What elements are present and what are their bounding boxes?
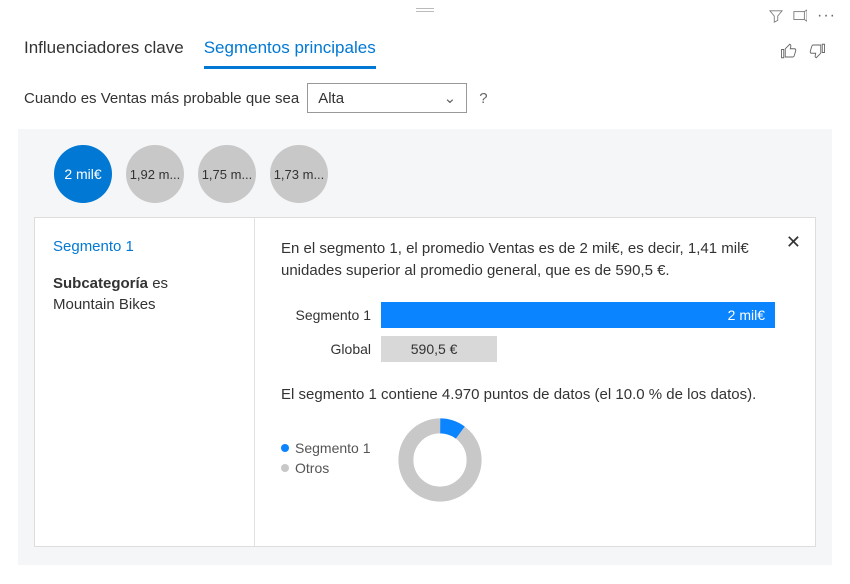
segment-condition: Subcategoría es Mountain Bikes — [53, 273, 236, 315]
condition-field: Subcategoría — [53, 275, 148, 292]
thumbs-up-icon[interactable] — [780, 42, 798, 60]
legend-swatch-blue — [281, 444, 289, 452]
legend-item-segment: Segmento 1 — [281, 440, 371, 456]
bar-value-global: 590,5 € — [411, 341, 458, 357]
segment-bubble-1[interactable]: 2 mil€ — [54, 145, 112, 203]
query-prefix: Cuando es Ventas más probable que sea — [24, 90, 299, 107]
segment-bubble-3[interactable]: 1,75 m... — [198, 145, 256, 203]
drag-handle[interactable] — [416, 8, 434, 12]
bar-label-segment: Segmento 1 — [281, 307, 381, 323]
segment-summary-text: En el segmento 1, el promedio Ventas es … — [281, 238, 775, 282]
segment-bubbles: 2 mil€ 1,92 m... 1,75 m... 1,73 m... — [34, 141, 816, 217]
legend-item-others: Otros — [281, 460, 371, 476]
segment-bubble-2[interactable]: 1,92 m... — [126, 145, 184, 203]
donut-legend: Segmento 1 Otros — [281, 440, 371, 480]
chevron-down-icon: ⌄ — [444, 89, 457, 107]
query-row: Cuando es Ventas más probable que sea Al… — [10, 69, 840, 129]
bar-row-global: Global 590,5 € — [281, 336, 775, 362]
tab-bar: Influenciadores clave Segmentos principa… — [24, 32, 376, 69]
condition-value: Mountain Bikes — [53, 296, 156, 313]
bar-label-global: Global — [281, 341, 381, 357]
more-options-icon[interactable]: ··· — [817, 7, 836, 25]
segment-title: Segmento 1 — [53, 238, 236, 255]
close-icon[interactable]: ✕ — [786, 232, 801, 253]
tab-top-segments[interactable]: Segmentos principales — [204, 32, 376, 69]
legend-label-others: Otros — [295, 460, 329, 476]
help-icon[interactable]: ? — [475, 90, 487, 107]
donut-chart — [395, 415, 485, 505]
bar-fill-global: 590,5 € — [381, 336, 497, 362]
data-points-text: El segmento 1 contiene 4.970 puntos de d… — [281, 386, 775, 403]
segment-detail-card: Segmento 1 Subcategoría es Mountain Bike… — [34, 217, 816, 547]
dropdown-selected-value: Alta — [318, 90, 344, 107]
focus-mode-icon[interactable] — [793, 9, 807, 23]
bar-fill-segment: 2 mil€ — [381, 302, 775, 328]
thumbs-down-icon[interactable] — [808, 42, 826, 60]
segment-bubble-4[interactable]: 1,73 m... — [270, 145, 328, 203]
target-value-dropdown[interactable]: Alta ⌄ — [307, 83, 467, 113]
condition-verb: es — [152, 275, 168, 292]
legend-label-segment: Segmento 1 — [295, 440, 371, 456]
tab-key-influencers[interactable]: Influenciadores clave — [24, 32, 184, 69]
legend-swatch-grey — [281, 464, 289, 472]
filter-icon[interactable] — [769, 9, 783, 23]
bar-row-segment: Segmento 1 2 mil€ — [281, 302, 775, 328]
bar-value-segment: 2 mil€ — [728, 307, 765, 323]
